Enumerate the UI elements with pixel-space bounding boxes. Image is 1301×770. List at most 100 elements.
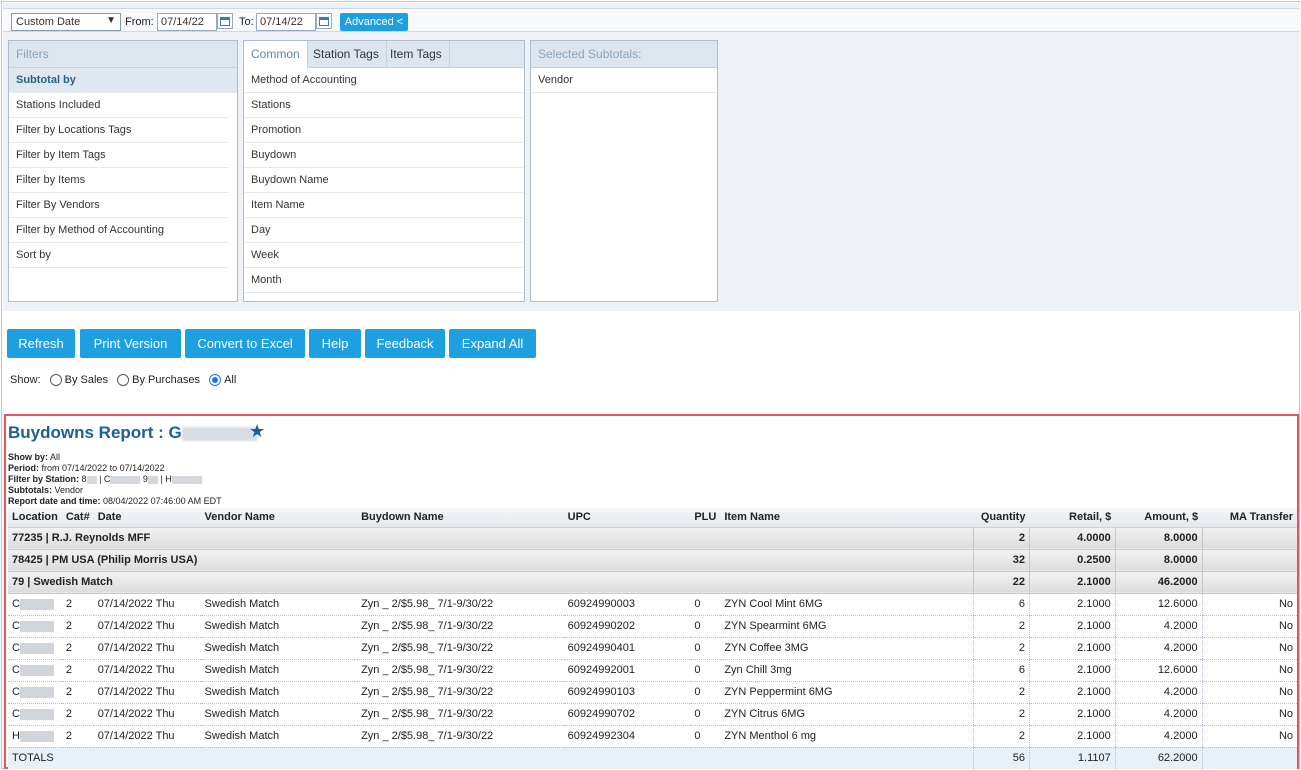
location-initial: H: [12, 730, 20, 742]
cell-location: C: [8, 615, 62, 638]
date-range-value: Custom Date: [16, 16, 81, 28]
tab-item-tags[interactable]: Item Tags: [383, 41, 450, 68]
feedback-button[interactable]: Feedback: [365, 329, 445, 358]
col-date[interactable]: Date: [93, 508, 201, 528]
totals-amount: 62.2000: [1114, 747, 1203, 769]
cell-plu: 0: [690, 659, 721, 682]
redacted-name: [181, 426, 258, 441]
cell-buydown: Zyn _ 2/$5.98_ 7/1-9/30/22: [357, 703, 564, 726]
cell-upc: 60924992304: [563, 725, 691, 748]
filters-panel-title: Filters: [9, 41, 237, 68]
tab-station-tags[interactable]: Station Tags: [306, 41, 387, 68]
meta-show-by-label: Show by:: [8, 452, 48, 462]
calendar-icon[interactable]: [217, 13, 233, 29]
option-stations[interactable]: Stations: [244, 93, 524, 118]
print-version-button[interactable]: Print Version: [80, 329, 181, 358]
cell-date: 07/14/2022 Thu: [93, 703, 201, 726]
redacted: [147, 475, 158, 484]
table-row[interactable]: C 2 07/14/2022 Thu Swedish Match Zyn _ 2/$5.…: [8, 703, 1297, 726]
col-ma-transfer[interactable]: MA Transfer: [1202, 508, 1297, 528]
filter-locations-tags[interactable]: Filter by Locations Tags: [9, 118, 229, 143]
option-buydown[interactable]: Buydown: [244, 143, 524, 168]
col-upc[interactable]: UPC: [563, 508, 691, 528]
option-month[interactable]: Month: [244, 268, 524, 293]
advanced-button[interactable]: Advanced <: [340, 13, 408, 31]
cell-amount: 12.6000: [1114, 659, 1203, 682]
radio-by-purchases[interactable]: [117, 374, 130, 387]
col-buydown-name[interactable]: Buydown Name: [357, 508, 564, 528]
col-location[interactable]: Location: [8, 508, 62, 528]
cell-retail: 2.1000: [1028, 659, 1116, 682]
option-day[interactable]: Day: [244, 218, 524, 243]
option-method-of-accounting[interactable]: Method of Accounting: [244, 68, 524, 93]
cell-date: 07/14/2022 Thu: [93, 725, 201, 748]
report-title: Buydowns Report : G: [8, 423, 258, 443]
cell-date: 07/14/2022 Thu: [93, 681, 201, 704]
cell-quantity: 2: [972, 725, 1030, 748]
col-plu[interactable]: PLU: [690, 508, 721, 528]
calendar-icon[interactable]: [316, 13, 332, 29]
totals-retail: 1.1107: [1028, 747, 1116, 769]
subtotal-row[interactable]: 77235 | R.J. Reynolds MFF 2 4.0000 8.000…: [8, 527, 1297, 550]
cell-cat: 2: [61, 703, 94, 726]
filter-vendors[interactable]: Filter By Vendors: [9, 193, 229, 218]
radio-all[interactable]: [209, 374, 222, 387]
cell-upc: 60924990003: [563, 593, 691, 616]
to-date-input[interactable]: 07/14/22: [256, 13, 316, 31]
from-date-input[interactable]: 07/14/22: [157, 13, 217, 31]
convert-to-excel-button[interactable]: Convert to Excel: [185, 329, 305, 358]
subtotal-row[interactable]: 78425 | PM USA (Philip Morris USA) 32 0.…: [8, 549, 1297, 572]
star-icon[interactable]: ★: [249, 421, 265, 442]
col-vendor-name[interactable]: Vendor Name: [200, 508, 358, 528]
refresh-button[interactable]: Refresh: [7, 329, 75, 358]
col-retail[interactable]: Retail, $: [1029, 508, 1116, 528]
chevron-down-icon: ▼: [106, 15, 116, 26]
totals-quantity: 56: [972, 747, 1030, 769]
table-row[interactable]: C 2 07/14/2022 Thu Swedish Match Zyn _ 2/$5.…: [8, 615, 1297, 638]
meta-station-part: | C: [99, 474, 111, 484]
table-row[interactable]: C 2 07/14/2022 Thu Swedish Match Zyn _ 2/$5.…: [8, 681, 1297, 704]
option-item-name[interactable]: Item Name: [244, 193, 524, 218]
tab-common[interactable]: Common: [244, 41, 308, 69]
col-quantity[interactable]: Quantity: [973, 508, 1030, 528]
expand-all-button[interactable]: Expand All: [449, 329, 536, 358]
totals-row: TOTALS 56 1.1107 62.2000: [8, 747, 1297, 769]
date-range-select[interactable]: Custom Date ▼: [11, 13, 121, 31]
subtotal-retail: 4.0000: [1028, 527, 1116, 550]
subtotal-quantity: 2: [972, 527, 1030, 550]
filter-stations-included[interactable]: Stations Included: [9, 93, 229, 118]
option-buydown-name[interactable]: Buydown Name: [244, 168, 524, 193]
cell-quantity: 6: [972, 659, 1030, 682]
help-button[interactable]: Help: [309, 329, 361, 358]
cell-item-name: Zyn Chill 3mg: [720, 659, 974, 682]
table-row[interactable]: C 2 07/14/2022 Thu Swedish Match Zyn _ 2/$5.…: [8, 637, 1297, 660]
filter-items[interactable]: Filter by Items: [9, 168, 229, 193]
detail-rows: C 2 07/14/2022 Thu Swedish Match Zyn _ 2/$5.…: [8, 593, 1297, 748]
cell-date: 07/14/2022 Thu: [93, 637, 201, 660]
subtotal-row[interactable]: 79 | Swedish Match 22 2.1000 46.2000: [8, 571, 1297, 594]
cell-vendor: Swedish Match: [200, 637, 358, 660]
cell-ma-transfer: No: [1201, 681, 1297, 704]
filter-item-tags[interactable]: Filter by Item Tags: [9, 143, 229, 168]
cell-location: C: [8, 703, 62, 726]
option-week[interactable]: Week: [244, 243, 524, 268]
col-amount[interactable]: Amount, $: [1115, 508, 1203, 528]
cell-cat: 2: [61, 725, 94, 748]
cell-upc: 60924990103: [563, 681, 691, 704]
filter-subtotal-by[interactable]: Subtotal by: [9, 68, 237, 93]
col-cat[interactable]: Cat#: [61, 508, 94, 528]
meta-date: 08/04/2022 07:46:00 AM EDT: [103, 496, 222, 506]
filter-sort-by[interactable]: Sort by: [9, 243, 229, 268]
radio-by-sales[interactable]: [49, 374, 62, 387]
redacted-location: [19, 686, 54, 698]
show-filter: Show: By Sales By Purchases All: [10, 374, 236, 390]
filter-method-of-accounting[interactable]: Filter by Method of Accounting: [9, 218, 229, 243]
table-row[interactable]: C 2 07/14/2022 Thu Swedish Match Zyn _ 2/$5.…: [8, 593, 1297, 616]
cell-location: C: [8, 593, 62, 616]
table-row[interactable]: H 2 07/14/2022 Thu Swedish Match Zyn _ 2/$5.…: [8, 725, 1297, 748]
table-row[interactable]: C 2 07/14/2022 Thu Swedish Match Zyn _ 2/$5.…: [8, 659, 1297, 682]
col-item-name[interactable]: Item Name: [720, 508, 974, 528]
filters-panel: Filters Subtotal by Stations Included Fi…: [8, 40, 238, 302]
selected-subtotal-vendor[interactable]: Vendor: [531, 68, 717, 93]
option-promotion[interactable]: Promotion: [244, 118, 524, 143]
